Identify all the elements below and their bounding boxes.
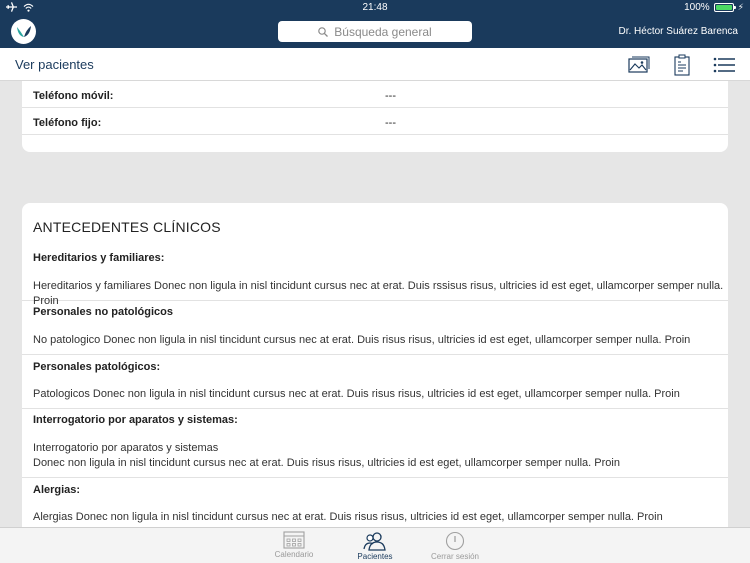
info-row-mobile: Teléfono móvil: --- bbox=[22, 81, 728, 108]
battery-percent: 100% bbox=[684, 2, 710, 13]
section-text: No patologico Donec non ligula in nisl t… bbox=[33, 334, 691, 346]
tab-label: Calendario bbox=[274, 550, 314, 559]
clinical-heading: ANTECEDENTES CLÍNICOS bbox=[33, 219, 221, 235]
top-bar: 21:48 100% ⚡ Búsqueda general Dr. Héctor… bbox=[0, 0, 750, 48]
image-button[interactable] bbox=[627, 53, 651, 77]
clipboard-button[interactable] bbox=[670, 53, 694, 77]
mobile-label: Teléfono móvil: bbox=[33, 90, 114, 102]
tab-patients[interactable]: Pacientes bbox=[335, 528, 415, 563]
landline-value: --- bbox=[385, 117, 396, 129]
info-row-landline: Teléfono fijo: --- bbox=[22, 108, 728, 135]
tab-label: Cerrar sesión bbox=[430, 552, 479, 561]
section-allergies: Alergias: Alergias Donec non ligula in n… bbox=[22, 478, 728, 527]
battery-fill bbox=[715, 5, 732, 10]
clinical-card: ANTECEDENTES CLÍNICOS Hereditarios y fam… bbox=[22, 203, 728, 527]
content-area[interactable]: Teléfono móvil: --- Teléfono fijo: --- A… bbox=[0, 81, 750, 527]
mobile-value: --- bbox=[385, 90, 396, 102]
app-logo[interactable] bbox=[11, 19, 36, 44]
section-pathological: Personales patológicos: Patologicos Done… bbox=[22, 355, 728, 409]
section-title: Interrogatorio por aparatos y sistemas: bbox=[33, 414, 238, 426]
leaf-logo-icon bbox=[16, 25, 31, 37]
status-time: 21:48 bbox=[362, 2, 388, 13]
image-icon bbox=[628, 56, 650, 73]
search-icon bbox=[318, 26, 329, 37]
search-input[interactable]: Búsqueda general bbox=[278, 21, 472, 42]
section-text: Patologicos Donec non ligula in nisl tin… bbox=[33, 388, 680, 400]
calendar-icon bbox=[283, 531, 305, 549]
contact-card: Teléfono móvil: --- Teléfono fijo: --- bbox=[22, 81, 728, 152]
tab-logout[interactable]: Cerrar sesión bbox=[415, 528, 495, 563]
section-hereditary: Hereditarios y familiares: Hereditarios … bbox=[22, 247, 728, 307]
page-title: Ver pacientes bbox=[15, 57, 94, 72]
section-text: Interrogatorio por aparatos y sistemas bbox=[33, 442, 219, 454]
list-button[interactable] bbox=[712, 53, 736, 77]
status-right: 100% ⚡ bbox=[684, 2, 744, 13]
search-placeholder: Búsqueda general bbox=[334, 24, 432, 39]
section-non-pathological: Personales no patológicos No patologico … bbox=[22, 301, 728, 355]
section-title: Personales no patológicos bbox=[33, 306, 173, 318]
section-title: Personales patológicos: bbox=[33, 361, 161, 373]
status-bar: 21:48 100% ⚡ bbox=[0, 0, 750, 16]
tab-calendar[interactable]: Calendario bbox=[254, 528, 334, 563]
nav-bar: Ver pacientes bbox=[0, 48, 750, 81]
power-icon bbox=[445, 531, 465, 551]
charging-icon: ⚡ bbox=[737, 2, 744, 12]
landline-label: Teléfono fijo: bbox=[33, 117, 102, 129]
section-text-2: Donec non ligula in nisl tincidunt cursu… bbox=[33, 457, 620, 469]
section-systems: Interrogatorio por aparatos y sistemas: … bbox=[22, 409, 728, 478]
list-icon bbox=[713, 57, 735, 73]
patients-icon bbox=[363, 532, 386, 551]
tab-label: Pacientes bbox=[357, 552, 393, 561]
section-title: Alergias: bbox=[33, 484, 81, 496]
clipboard-icon bbox=[674, 54, 690, 76]
battery-icon bbox=[713, 3, 736, 12]
section-title: Hereditarios y familiares: bbox=[33, 252, 165, 264]
user-name[interactable]: Dr. Héctor Suárez Barenca bbox=[619, 26, 739, 37]
tab-bar: Calendario Pacientes Cerrar sesión bbox=[0, 527, 750, 563]
section-text: Alergias Donec non ligula in nisl tincid… bbox=[33, 511, 663, 523]
